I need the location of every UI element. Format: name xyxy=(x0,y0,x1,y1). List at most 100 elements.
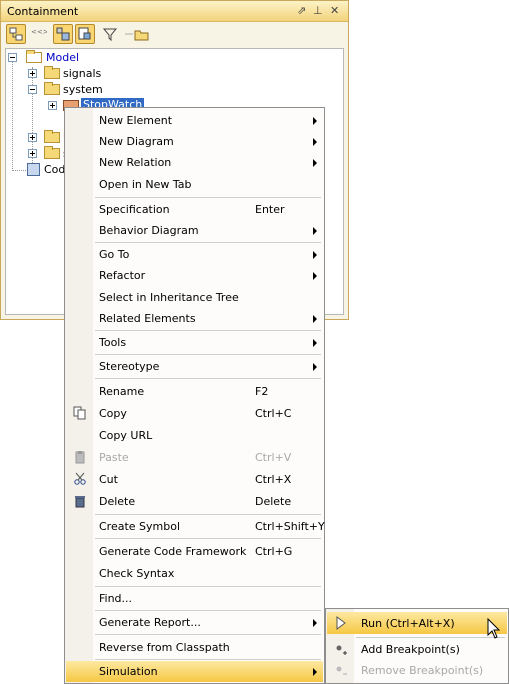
filter-icon[interactable] xyxy=(100,24,120,44)
menu-item-label: New Relation xyxy=(99,156,172,169)
menu-item-tools[interactable]: Tools xyxy=(66,332,323,353)
expand-icon[interactable]: <<>> xyxy=(28,24,55,44)
collapse-all-icon[interactable] xyxy=(6,24,26,44)
menu-item-delete[interactable]: Delete Delete xyxy=(66,491,323,512)
menu-item-refactor[interactable]: Refactor xyxy=(66,265,323,286)
menu-item-copy[interactable]: Copy Ctrl+C xyxy=(66,403,323,424)
menu-item-label: Behavior Diagram xyxy=(99,224,199,237)
svg-text:<<>>: <<>> xyxy=(31,28,47,36)
menu-item-label: Delete xyxy=(99,495,136,508)
menu-separator xyxy=(95,197,321,198)
menu-separator xyxy=(356,637,505,638)
package-icon xyxy=(44,130,60,143)
menu-item-label: Stereotype xyxy=(99,360,160,373)
package-icon xyxy=(44,66,60,79)
menu-separator xyxy=(95,514,321,515)
submenu-arrow-icon xyxy=(313,117,317,125)
pin-icon[interactable]: ⊥ xyxy=(313,4,323,17)
menu-item-create-symbol[interactable]: Create Symbol Ctrl+Shift+Y xyxy=(66,516,325,537)
menu-item-new-diagram[interactable]: New Diagram xyxy=(66,131,323,152)
menu-separator xyxy=(95,378,321,379)
menu-item-label: Go To xyxy=(99,248,130,261)
expand-toggle-icon[interactable] xyxy=(28,149,37,158)
float-icon[interactable]: ⇗ xyxy=(297,4,306,17)
show-elements-icon[interactable] xyxy=(53,24,73,44)
show-diagrams-icon[interactable] xyxy=(75,24,95,44)
paste-icon xyxy=(75,451,85,464)
expand-toggle-icon[interactable] xyxy=(28,69,37,78)
menu-separator xyxy=(95,538,321,539)
close-icon[interactable]: ✕ xyxy=(330,4,339,17)
tree-node-label: system xyxy=(63,83,103,96)
menu-item-select-in-inheritance-tree[interactable]: Select in Inheritance Tree xyxy=(66,287,323,308)
tree-node-model[interactable]: Model xyxy=(8,50,208,66)
menu-item-label: Generate Report... xyxy=(99,616,201,629)
menu-separator xyxy=(95,659,321,660)
submenu-item-add-breakpoint[interactable]: Add Breakpoint(s) xyxy=(327,639,507,660)
menu-item-shortcut: Enter xyxy=(255,203,285,216)
menu-item-label: Cut xyxy=(99,473,118,486)
open-folder-icon[interactable] xyxy=(132,24,152,44)
menu-item-generate-code-framework[interactable]: Generate Code Framework Ctrl+G xyxy=(66,541,323,562)
menu-item-generate-report[interactable]: Generate Report... xyxy=(66,612,323,633)
menu-item-simulation[interactable]: Simulation xyxy=(66,661,323,682)
submenu-arrow-icon xyxy=(313,363,317,371)
menu-item-check-syntax[interactable]: Check Syntax xyxy=(66,563,323,584)
menu-item-label: Copy URL xyxy=(99,429,153,442)
expand-toggle-icon[interactable] xyxy=(48,101,57,110)
menu-item-label: New Diagram xyxy=(99,135,174,148)
menu-separator xyxy=(95,330,321,331)
menu-item-shortcut: Ctrl+V xyxy=(255,451,292,464)
menu-item-label: Rename xyxy=(99,385,145,398)
menu-separator xyxy=(95,354,321,355)
cut-icon xyxy=(74,472,86,485)
menu-separator xyxy=(95,242,321,243)
collapse-toggle-icon[interactable] xyxy=(28,85,37,94)
collapse-toggle-icon[interactable] xyxy=(8,53,17,62)
menu-item-shortcut: Ctrl+X xyxy=(255,473,292,486)
trash-icon xyxy=(75,496,85,508)
package-icon xyxy=(44,82,60,95)
menu-item-label: Create Symbol xyxy=(99,520,181,533)
menu-item-stereotype[interactable]: Stereotype xyxy=(66,356,323,377)
menu-item-label: New Element xyxy=(99,114,173,127)
menu-item-label: Related Elements xyxy=(99,312,196,325)
menu-item-cut[interactable]: Cut Ctrl+X xyxy=(66,469,323,490)
copy-icon xyxy=(73,406,86,420)
menu-item-label: Refactor xyxy=(99,269,146,282)
menu-item-related-elements[interactable]: Related Elements xyxy=(66,308,323,329)
menu-item-behavior-diagram[interactable]: Behavior Diagram xyxy=(66,220,323,241)
menu-item-reverse-from-classpath[interactable]: Reverse from Classpath xyxy=(66,637,323,658)
submenu-item-remove-breakpoint[interactable]: Remove Breakpoint(s) xyxy=(327,660,507,681)
tree-node-system[interactable]: system xyxy=(28,82,228,98)
menu-separator xyxy=(95,586,321,587)
menu-item-label: Copy xyxy=(99,407,127,420)
add-breakpoint-icon xyxy=(336,645,347,655)
menu-item-go-to[interactable]: Go To xyxy=(66,244,323,265)
menu-item-shortcut: Delete xyxy=(255,495,292,508)
panel-title-bar: Containment ⇗ ⊥ ✕ xyxy=(1,1,348,22)
tree-node-signals[interactable]: signals xyxy=(28,66,228,82)
submenu-arrow-icon xyxy=(313,138,317,146)
menu-separator xyxy=(95,634,321,635)
expand-toggle-icon[interactable] xyxy=(28,133,37,142)
menu-separator xyxy=(95,610,321,611)
menu-item-open-in-new-tab[interactable]: Open in New Tab xyxy=(66,174,323,195)
menu-item-rename[interactable]: Rename F2 xyxy=(66,381,323,402)
menu-item-label: Check Syntax xyxy=(99,567,175,580)
submenu-arrow-icon xyxy=(313,227,317,235)
simulation-submenu: Run (Ctrl+Alt+X) Add Breakpoint(s) Remov… xyxy=(325,608,509,684)
tree-line xyxy=(12,59,13,169)
menu-item-copy-url[interactable]: Copy URL xyxy=(66,425,323,446)
menu-item-find[interactable]: Find... xyxy=(66,588,323,609)
menu-item-new-relation[interactable]: New Relation xyxy=(66,152,323,173)
menu-item-label: Run (Ctrl+Alt+X) xyxy=(361,617,455,630)
submenu-item-run[interactable]: Run (Ctrl+Alt+X) xyxy=(327,612,507,634)
panel-title: Containment xyxy=(7,5,79,18)
submenu-arrow-icon xyxy=(313,619,317,627)
menu-item-new-element[interactable]: New Element xyxy=(66,110,323,131)
submenu-arrow-icon xyxy=(313,272,317,280)
menu-item-label: Simulation xyxy=(99,665,158,678)
menu-item-paste[interactable]: Paste Ctrl+V xyxy=(66,447,323,468)
menu-item-specification[interactable]: Specification Enter xyxy=(66,199,323,220)
